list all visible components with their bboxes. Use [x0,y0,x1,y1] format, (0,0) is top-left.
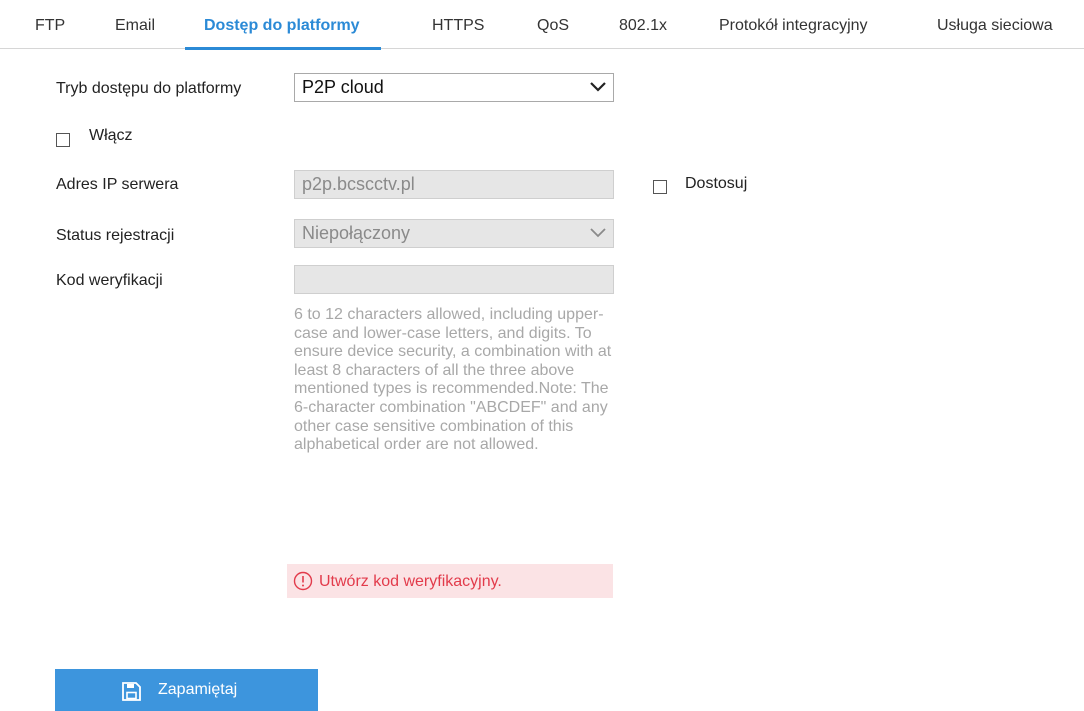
tab-network-service[interactable]: Usługa sieciowa [937,0,1053,49]
mode-label: Tryb dostępu do platformy [56,80,242,97]
save-icon [122,682,141,701]
customize-checkbox[interactable] [653,180,667,194]
tab-8021x[interactable]: 802.1x [619,0,667,49]
server-ip-label: Adres IP serwera [56,176,179,193]
error-text: Utwórz kod weryfikacyjny. [319,573,502,590]
chevron-down-icon [590,82,606,92]
verification-code-label: Kod weryfikacji [56,272,163,289]
enable-label: Włącz [89,127,133,144]
tab-https[interactable]: HTTPS [432,0,484,49]
verification-code-field[interactable] [294,265,614,294]
save-button-label: Zapamiętaj [158,681,238,698]
save-button[interactable]: Zapamiętaj [55,669,318,711]
server-ip-field[interactable]: p2p.bcscctv.pl [294,170,614,199]
tab-ftp[interactable]: FTP [35,0,65,49]
enable-checkbox[interactable] [56,133,70,147]
mode-select[interactable]: P2P cloud [294,73,614,102]
chevron-down-icon [590,228,606,238]
tab-platform-access[interactable]: Dostęp do platformy [185,0,381,50]
registration-status-select: Niepołączony [294,219,614,248]
customize-label: Dostosuj [685,175,748,192]
tab-bar: FTP Email Dostęp do platformy HTTPS QoS … [0,0,1084,50]
registration-status-label: Status rejestracji [56,227,175,244]
info-circle-icon [293,571,313,591]
mode-select-value: P2P cloud [302,77,384,97]
error-message: Utwórz kod weryfikacyjny. [287,564,613,598]
tab-qos[interactable]: QoS [537,0,569,49]
registration-status-value: Niepołączony [302,223,411,243]
tab-email[interactable]: Email [115,0,155,49]
tab-integration-protocol[interactable]: Protokół integracyjny [719,0,868,49]
verification-code-hint: 6 to 12 characters allowed, including up… [294,306,612,454]
